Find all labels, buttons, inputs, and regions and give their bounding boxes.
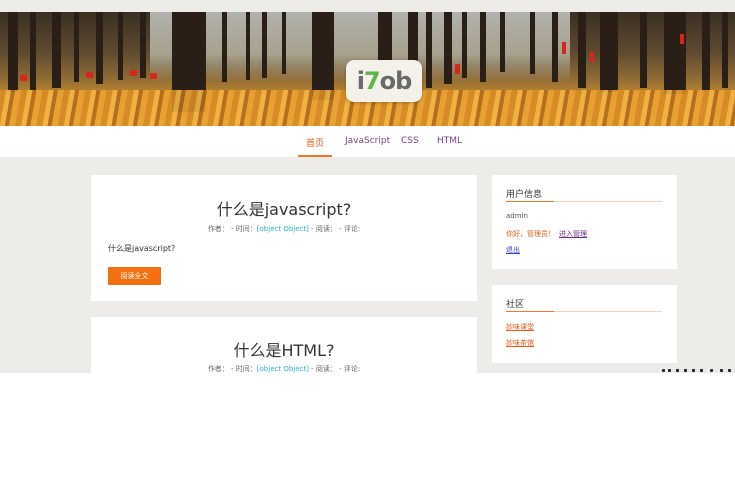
post-meta: 作者： - 时间：[object Object] - 阅读： - 评论: — [91, 224, 477, 234]
logo-text-7: 7 — [363, 67, 381, 95]
post-title[interactable]: 什么是HTML? — [91, 337, 477, 361]
greeting-text: 你好，管理员！ — [506, 230, 555, 238]
community-panel: 社区 妙味课堂 妙味茶馆 — [492, 285, 677, 363]
nav-css[interactable]: CSS — [401, 136, 419, 157]
logo-text-ob: ob — [379, 67, 413, 95]
meta-comments-label: - 评论: — [336, 225, 361, 233]
nav-javascript[interactable]: JavaScript — [345, 136, 390, 157]
meta-views-label: - 阅读： — [308, 225, 337, 233]
meta-author-label: 作者： — [207, 225, 229, 233]
meta-author-label: 作者： — [207, 365, 229, 373]
post-card: 什么是HTML? 作者： - 时间：[object Object] - 阅读： … — [91, 317, 477, 373]
post-card: 什么是javascript? 作者： - 时间：[object Object] … — [91, 175, 477, 301]
blog-page: i 7 ob 首页 JavaScript CSS HTML 什么是javascrip… — [0, 0, 735, 373]
community-link-classroom[interactable]: 妙味课堂 — [506, 322, 534, 332]
nav-html[interactable]: HTML — [437, 136, 462, 157]
admin-greeting-row: 你好，管理员！ 进入管理 — [506, 229, 587, 239]
section-divider — [506, 201, 662, 202]
user-info-panel: 用户信息 admin 你好，管理员！ 进入管理 退出 — [492, 175, 677, 269]
post-title[interactable]: 什么是javascript? — [91, 196, 477, 220]
community-link-teahouse[interactable]: 妙味茶馆 — [506, 338, 534, 348]
meta-time-label: - 时间： — [228, 225, 257, 233]
meta-views-label: - 阅读： — [308, 365, 337, 373]
cropped-fragment — [660, 367, 735, 375]
read-more-button[interactable]: 阅读全文 — [108, 267, 161, 285]
username: admin — [506, 212, 528, 220]
site-logo[interactable]: i 7 ob — [346, 60, 422, 102]
section-divider — [506, 311, 662, 312]
community-title: 社区 — [506, 300, 525, 310]
logout-link[interactable]: 退出 — [506, 245, 520, 255]
meta-time-label: - 时间： — [228, 365, 257, 373]
header-banner: i 7 ob — [0, 12, 735, 126]
nav-home[interactable]: 首页 — [298, 136, 332, 157]
admin-panel-link[interactable]: 进入管理 — [559, 230, 587, 238]
meta-time-value: [object Object] — [256, 365, 309, 373]
main-nav: 首页 JavaScript CSS HTML — [0, 126, 735, 157]
meta-time-value: [object Object] — [256, 225, 309, 233]
logo-text-i: i — [356, 67, 365, 95]
meta-comments-label: - 评论: — [336, 365, 361, 373]
user-info-title: 用户信息 — [506, 190, 543, 200]
post-excerpt: 什么是javascript? — [108, 244, 176, 253]
post-meta: 作者： - 时间：[object Object] - 阅读： - 评论: — [91, 364, 477, 373]
